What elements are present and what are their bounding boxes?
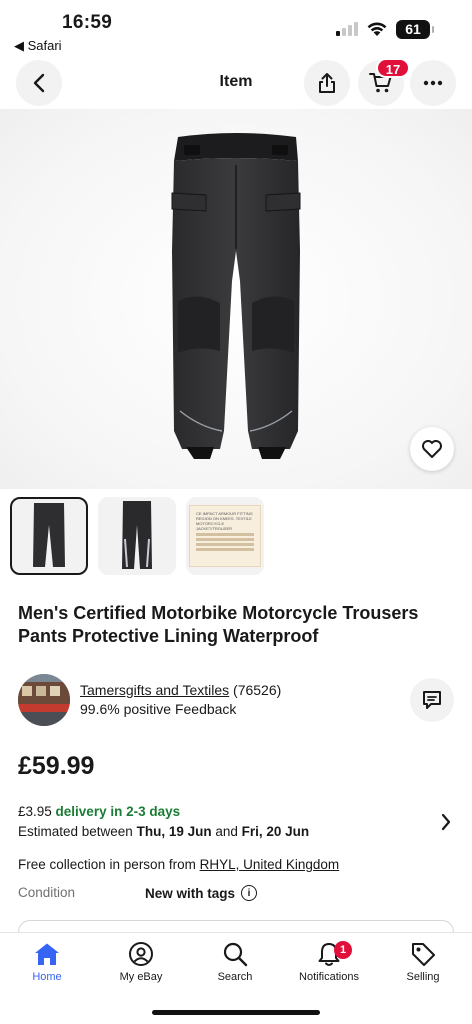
info-icon[interactable]: i bbox=[241, 885, 258, 901]
home-indicator bbox=[152, 1010, 320, 1015]
notifications-badge: 1 bbox=[334, 941, 352, 959]
more-options-button[interactable] bbox=[410, 60, 456, 106]
tag-icon bbox=[412, 943, 435, 966]
price: £59.99 bbox=[18, 752, 95, 780]
delivery-line: £3.95 delivery in 2-3 days bbox=[18, 804, 454, 819]
tab-search-label: Search bbox=[217, 971, 253, 983]
estimate-and: and bbox=[211, 824, 242, 839]
product-title: Men's Certified Motorbike Motorcycle Tro… bbox=[18, 603, 419, 646]
trousers-thumbnail-image bbox=[33, 503, 65, 567]
thumbnail-1[interactable] bbox=[10, 497, 88, 575]
status-time: 16:59 bbox=[62, 12, 113, 33]
tab-my-ebay-label: My eBay bbox=[119, 971, 163, 983]
back-to-safari-link[interactable]: ◀ Safari bbox=[14, 38, 62, 54]
share-button[interactable] bbox=[304, 60, 350, 106]
add-to-watchlist-button[interactable] bbox=[410, 427, 454, 471]
seller-info: Tamersgifts and Textiles (76526) 99.6% p… bbox=[18, 672, 454, 728]
seller-name-line: Tamersgifts and Textiles (76526) bbox=[80, 682, 281, 698]
tab-search[interactable]: Search bbox=[188, 939, 282, 991]
image-thumbnails: CE IMPACT ARMOUR FITTING REGION ON KNEES… bbox=[10, 497, 264, 575]
condition-value-group: New with tags i bbox=[145, 885, 258, 901]
seller-name-link[interactable]: Tamersgifts and Textiles bbox=[80, 682, 229, 698]
motorcycle-trousers-image bbox=[171, 133, 301, 459]
tab-home-label: Home bbox=[32, 971, 62, 983]
tab-home[interactable]: Home bbox=[0, 939, 94, 991]
tab-notifications-label: Notifications bbox=[299, 971, 359, 983]
delivery-estimate: Estimated between Thu, 19 Jun and Fri, 2… bbox=[18, 824, 454, 839]
more-icon bbox=[423, 80, 443, 86]
estimate-date-from: Thu, 19 Jun bbox=[136, 824, 212, 839]
search-icon bbox=[223, 942, 248, 967]
tab-selling[interactable]: Selling bbox=[376, 939, 470, 991]
contact-seller-button[interactable] bbox=[410, 678, 454, 722]
status-bar: 16:59 ◀ Safari 61 bbox=[0, 0, 472, 58]
estimate-prefix: Estimated between bbox=[18, 824, 137, 839]
tab-selling-label: Selling bbox=[406, 971, 440, 983]
trousers-side-thumbnail-image bbox=[122, 501, 152, 569]
delivery-speed: delivery in 2-3 days bbox=[55, 804, 181, 819]
condition-row: Condition New with tags i bbox=[18, 885, 454, 901]
estimate-date-to: Fri, 20 Jun bbox=[241, 824, 310, 839]
collection-info: Free collection in person from RHYL, Uni… bbox=[18, 857, 339, 872]
collection-text: Free collection in person from bbox=[18, 857, 200, 872]
thumbnail-2[interactable] bbox=[98, 497, 176, 575]
product-image-gallery[interactable] bbox=[0, 109, 472, 489]
certification-label-image: CE IMPACT ARMOUR FITTING REGION ON KNEES… bbox=[189, 505, 261, 567]
seller-avatar[interactable] bbox=[18, 674, 70, 726]
user-icon bbox=[129, 942, 153, 966]
home-icon bbox=[35, 943, 59, 965]
condition-value: New with tags bbox=[145, 885, 236, 901]
tab-notifications[interactable]: 1 Notifications bbox=[282, 939, 376, 991]
chevron-right-icon bbox=[441, 813, 451, 831]
wifi-icon bbox=[367, 22, 387, 36]
cellular-signal-icon bbox=[336, 22, 360, 36]
heart-icon bbox=[422, 440, 442, 458]
tab-my-ebay[interactable]: My eBay bbox=[94, 939, 188, 991]
delivery-cost: £3.95 bbox=[18, 804, 56, 819]
seller-feedback: 99.6% positive Feedback bbox=[80, 701, 237, 717]
cart-count-badge: 17 bbox=[376, 58, 410, 78]
condition-label: Condition bbox=[18, 885, 76, 900]
share-icon bbox=[319, 73, 335, 93]
storefront-avatar-image bbox=[18, 674, 70, 726]
thumbnail-3[interactable]: CE IMPACT ARMOUR FITTING REGION ON KNEES… bbox=[186, 497, 264, 575]
certification-label-text: CE IMPACT ARMOUR FITTING REGION ON KNEES… bbox=[196, 511, 253, 531]
message-icon bbox=[423, 691, 441, 709]
seller-feedback-count: (76526) bbox=[229, 682, 282, 698]
battery-icon: 61 bbox=[396, 20, 434, 39]
delivery-row[interactable]: £3.95 delivery in 2-3 days Estimated bet… bbox=[18, 804, 454, 844]
collection-location-link[interactable]: RHYL, United Kingdom bbox=[200, 857, 340, 872]
